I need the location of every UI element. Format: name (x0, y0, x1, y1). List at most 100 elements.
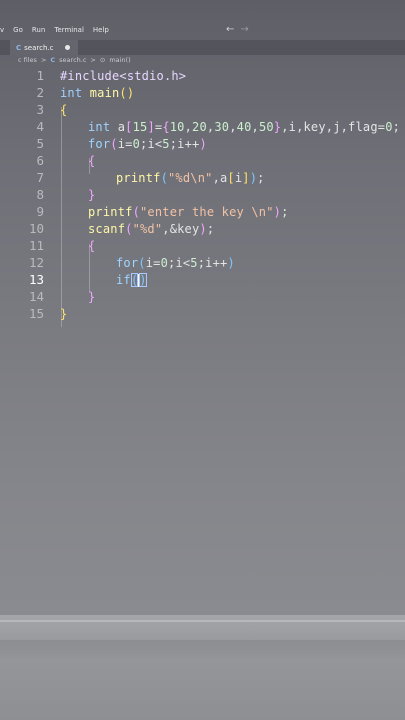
code-text: { (88, 239, 95, 253)
code-text: scanf("%d",&key); (88, 222, 214, 236)
code-token: 30 (214, 119, 230, 134)
code-token: printf (88, 204, 133, 219)
code-token: [ (125, 119, 133, 134)
line-number: 3 (36, 102, 44, 117)
function-symbol-icon: ⊙ (99, 56, 106, 64)
line-number: 10 (28, 221, 44, 236)
code-line: 4 int a[15]={10,20,30,40,50},i,key,j,fla… (0, 118, 405, 135)
code-token: ,i,key,j,flag= (281, 119, 386, 134)
code-line: 12 for(i=0;i<5;i++) (0, 254, 405, 271)
code-token: ;i++ (169, 136, 200, 151)
code-token: "%d" (132, 221, 163, 236)
code-token: { (162, 119, 170, 134)
code-token: 0 (160, 255, 169, 270)
code-text: for(i=0;i<5;i++) (88, 137, 207, 151)
code-token: [ (227, 170, 235, 185)
code-token: #include (60, 68, 120, 83)
code-line: 9 printf("enter the key \n"); (0, 203, 405, 220)
menu-run[interactable]: Run (32, 26, 45, 34)
code-text: } (88, 290, 95, 304)
code-token: } (88, 187, 96, 202)
tab-search-c[interactable]: C search.c (10, 40, 79, 55)
code-line-active: 13 if() (0, 271, 405, 288)
code-token: 10 (169, 119, 185, 134)
forward-arrow-icon[interactable]: → (240, 24, 254, 35)
code-token: ( (125, 221, 133, 236)
line-number: 11 (28, 238, 44, 253)
code-token: { (88, 238, 96, 253)
code-text: printf("%d\n",a[i]); (116, 171, 265, 185)
breadcrumb: c files > C search.c > ⊙ main() (18, 56, 131, 64)
code-token: 0 (132, 136, 141, 151)
back-arrow-icon[interactable]: ← (226, 24, 240, 35)
code-token: <stdio.h> (119, 68, 187, 83)
code-token: } (60, 306, 68, 321)
code-token: "%d\n" (168, 170, 213, 185)
code-token: ,a (212, 170, 228, 185)
code-token: ( (132, 204, 140, 219)
code-line: 3 { (0, 101, 405, 118)
line-number: 8 (36, 187, 44, 202)
code-token: if (116, 272, 131, 287)
menu-go[interactable]: Go (13, 26, 23, 34)
code-text: } (60, 307, 67, 321)
code-token: ) (227, 255, 235, 270)
code-line: 1 #include<stdio.h> (0, 67, 405, 84)
code-token: a (110, 119, 126, 134)
line-number: 5 (36, 136, 44, 151)
code-token: ,&key (162, 221, 200, 236)
code-token: ] (242, 170, 250, 185)
monitor-bezel (0, 615, 405, 720)
code-token: scanf (88, 221, 126, 236)
code-token: { (88, 153, 96, 168)
code-line: 15 } (0, 305, 405, 322)
c-file-icon: C (50, 56, 56, 64)
code-text: { (60, 103, 67, 117)
code-token: "enter the key \n" (140, 204, 274, 219)
code-line: 7 printf("%d\n",a[i]); (0, 169, 405, 186)
menu-help[interactable]: Help (93, 26, 109, 34)
menu-terminal[interactable]: Terminal (54, 26, 84, 34)
breadcrumb-sep-icon: > (90, 56, 96, 64)
code-token: i= (145, 255, 161, 270)
menu-bar: v Go Run Terminal Help (0, 22, 405, 38)
code-token: ( (160, 170, 168, 185)
bezel-shadow (0, 640, 405, 660)
c-file-icon: C (16, 43, 22, 52)
unsaved-dot-icon[interactable] (65, 45, 71, 50)
code-token: for (116, 255, 139, 270)
code-token: int (60, 85, 83, 100)
code-token: ; (206, 221, 215, 236)
breadcrumb-file[interactable]: search.c (59, 56, 86, 64)
code-line: 5 for(i=0;i<5;i++) (0, 135, 405, 152)
code-token: } (88, 289, 96, 304)
breadcrumb-sep-icon: > (40, 56, 47, 64)
breadcrumb-folder[interactable]: c files (18, 56, 37, 64)
code-token: () (119, 85, 135, 100)
code-line: 8 } (0, 186, 405, 203)
code-line: 2 int main() (0, 84, 405, 101)
code-text: printf("enter the key \n"); (88, 205, 289, 219)
menu-view[interactable]: v (0, 26, 4, 34)
code-token: ;i< (140, 136, 163, 151)
line-number: 7 (36, 170, 44, 185)
line-number: 14 (28, 289, 44, 304)
code-token: int (88, 119, 111, 134)
code-token: ) (199, 136, 207, 151)
code-text: for(i=0;i<5;i++) (116, 256, 235, 270)
code-token: ;i< (168, 255, 191, 270)
editor-screen: v Go Run Terminal Help ←→ C search.c c f… (0, 0, 405, 615)
nav-arrows: ←→ (226, 24, 255, 35)
tab-label: search.c (24, 43, 54, 52)
code-token: ] (147, 119, 155, 134)
code-token: 20 (192, 119, 207, 134)
code-token: 5 (190, 255, 198, 270)
code-token: for (88, 136, 111, 151)
breadcrumb-symbol[interactable]: main() (109, 56, 130, 64)
code-text: int a[15]={10,20,30,40,50},i,key,j,flag=… (88, 120, 400, 134)
code-text: int main() (60, 86, 134, 100)
code-text: { (88, 154, 95, 168)
code-token: { (60, 102, 68, 117)
code-editor[interactable]: 1 #include<stdio.h> 2 int main() 3 { 4 i… (0, 64, 405, 604)
line-number: 15 (28, 306, 44, 321)
